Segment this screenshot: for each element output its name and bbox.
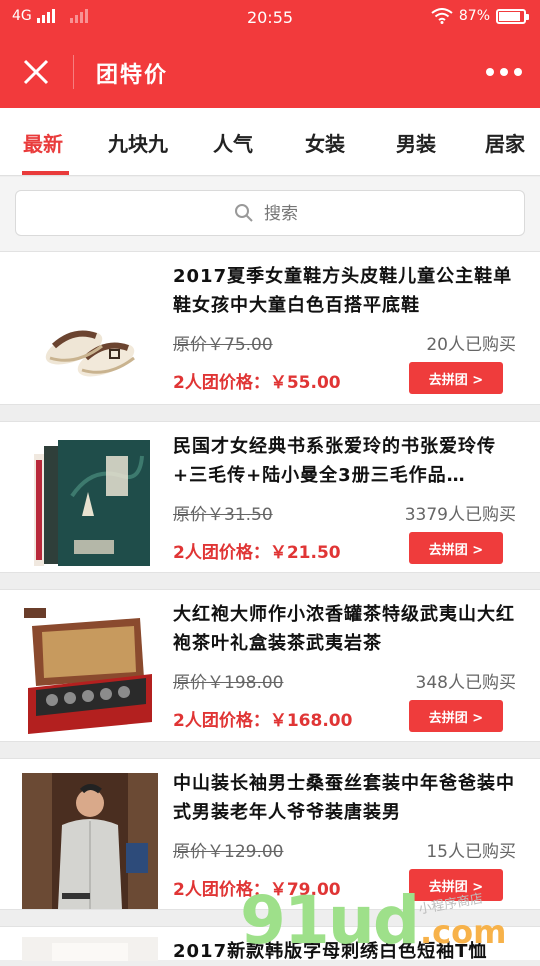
tab-nine-nine[interactable]: 九块九 <box>108 128 168 157</box>
search-icon <box>235 204 253 222</box>
group-price: 2人团价格：￥168.00 <box>173 711 353 731</box>
mens-suit-image <box>22 773 158 909</box>
sold-count: 20人已购买 <box>426 335 516 355</box>
wifi-icon <box>431 8 453 24</box>
search-area <box>0 177 540 252</box>
product-card[interactable]: 2017夏季女童鞋方头皮鞋儿童公主鞋单鞋女孩中大童白色百搭平底鞋 原价￥75.0… <box>0 251 540 405</box>
girls-shoes-image <box>22 266 158 402</box>
watermark-text: 91ud <box>240 882 420 959</box>
original-price: 原价￥129.00 <box>173 842 284 862</box>
group-price: 2人团价格：￥21.50 <box>173 543 341 563</box>
product-card[interactable]: 民国才女经典书系张爱玲的书张爱玲传+三毛传+陆小曼全3册三毛作品… 原价￥31.… <box>0 421 540 573</box>
original-price: 原价￥31.50 <box>173 505 273 525</box>
nav-bar: 团特价 <box>0 36 540 108</box>
search-input[interactable] <box>264 204 384 224</box>
sold-count: 3379人已购买 <box>404 505 516 525</box>
tab-mens[interactable]: 男装 <box>396 128 436 157</box>
book-set-image <box>22 436 158 572</box>
sold-count: 348人已购买 <box>415 673 516 693</box>
join-group-button[interactable]: 去拼团 > <box>409 532 503 564</box>
battery-percent: 87% <box>458 8 490 24</box>
tab-latest[interactable]: 最新 <box>23 128 63 157</box>
tab-womens[interactable]: 女装 <box>305 128 345 157</box>
product-card[interactable]: 大红袍大师作小浓香罐茶特级武夷山大红袍茶叶礼盒装茶武夷岩茶 原价￥198.00 … <box>0 589 540 742</box>
tshirt-image <box>22 937 158 961</box>
more-icon[interactable] <box>486 60 522 84</box>
group-price: 2人团价格：￥55.00 <box>173 373 341 393</box>
page-title: 团特价 <box>96 63 169 88</box>
product-title[interactable]: 中山装长袖男士桑蚕丝套装中年爸爸装中式男装老年人爷爷装唐装男 <box>173 769 523 827</box>
nav-divider <box>73 55 74 89</box>
tab-popular[interactable]: 人气 <box>213 128 253 157</box>
product-title[interactable]: 2017夏季女童鞋方头皮鞋儿童公主鞋单鞋女孩中大童白色百搭平底鞋 <box>173 262 523 320</box>
battery-fill <box>499 11 520 21</box>
search-box[interactable] <box>15 190 525 236</box>
close-icon[interactable] <box>18 54 54 90</box>
original-price: 原价￥198.00 <box>173 673 284 693</box>
sold-count: 15人已购买 <box>426 842 516 862</box>
tab-home[interactable]: 居家 <box>485 128 525 157</box>
join-group-button[interactable]: 去拼团 > <box>409 362 503 394</box>
product-title[interactable]: 民国才女经典书系张爱玲的书张爱玲传+三毛传+陆小曼全3册三毛作品… <box>173 432 523 490</box>
category-tabs: 最新 九块九 人气 女装 男装 居家 <box>0 108 540 176</box>
watermark-logo: 91ud .com 小程序商店 <box>240 885 540 960</box>
active-tab-indicator <box>22 171 69 175</box>
watermark-suffix: .com <box>420 913 507 951</box>
status-right: 87% <box>431 8 529 24</box>
status-bar: 4G 20:55 87% <box>0 0 540 36</box>
tea-gift-box-image <box>22 604 158 740</box>
product-title[interactable]: 大红袍大师作小浓香罐茶特级武夷山大红袍茶叶礼盒装茶武夷岩茶 <box>173 600 523 658</box>
battery-icon <box>496 8 529 24</box>
original-price: 原价￥75.00 <box>173 335 273 355</box>
join-group-button[interactable]: 去拼团 > <box>409 700 503 732</box>
